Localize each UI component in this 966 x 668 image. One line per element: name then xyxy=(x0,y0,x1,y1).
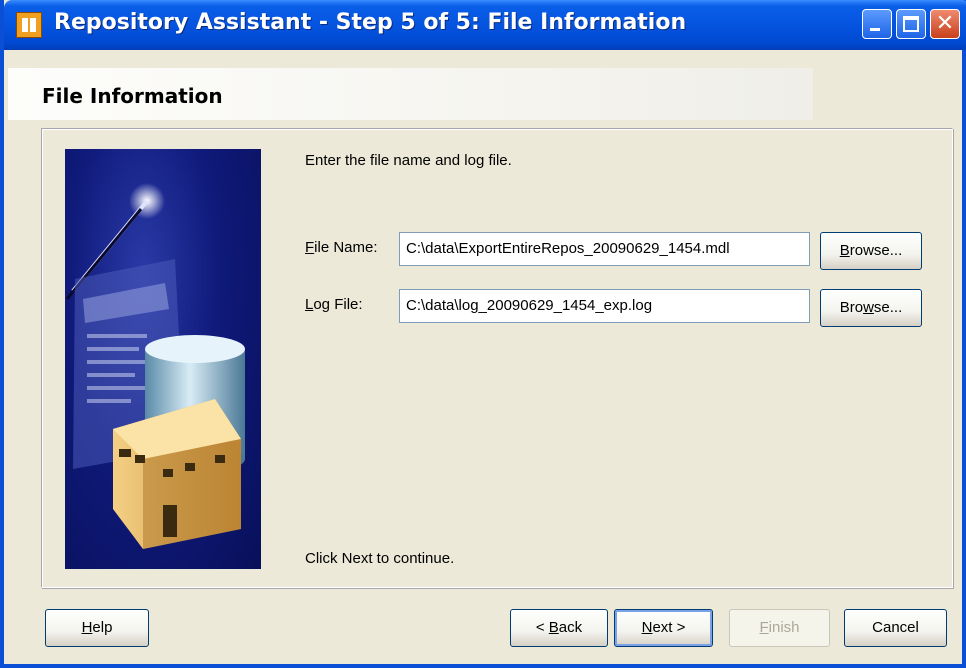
help-button[interactable]: Help xyxy=(45,609,149,647)
close-button[interactable]: ✕ xyxy=(930,9,960,39)
file-name-input[interactable]: C:\data\ExportEntireRepos_20090629_1454.… xyxy=(399,232,810,266)
file-name-label: File Name: xyxy=(305,239,378,256)
minimize-icon xyxy=(870,28,880,31)
instruction-text: Enter the file name and log file. xyxy=(305,152,512,169)
wizard-illustration xyxy=(65,149,261,569)
file-name-browse-button[interactable]: Browse... xyxy=(820,232,922,270)
wizard-app-icon[interactable] xyxy=(16,12,42,38)
minimize-button[interactable] xyxy=(862,9,892,39)
window-title: Repository Assistant - Step 5 of 5: File… xyxy=(54,10,687,35)
back-button[interactable]: < Back xyxy=(510,609,608,647)
title-bar[interactable]: Repository Assistant - Step 5 of 5: File… xyxy=(4,0,966,50)
wizard-illustration-graphic xyxy=(65,183,245,549)
finish-button: Finish xyxy=(729,609,830,647)
maximize-icon xyxy=(903,16,919,32)
cancel-button[interactable]: Cancel xyxy=(844,609,947,647)
repository-assistant-window: Repository Assistant - Step 5 of 5: File… xyxy=(0,0,966,668)
log-file-label: Log File: xyxy=(305,296,363,313)
next-button[interactable]: Next > xyxy=(614,609,713,647)
continue-hint: Click Next to continue. xyxy=(305,550,455,567)
log-file-input[interactable]: C:\data\log_20090629_1454_exp.log xyxy=(399,289,810,323)
close-icon: ✕ xyxy=(935,11,955,36)
maximize-button[interactable] xyxy=(896,9,926,39)
page-title: File Information xyxy=(42,84,223,108)
log-file-browse-button[interactable]: Browse... xyxy=(820,289,922,327)
